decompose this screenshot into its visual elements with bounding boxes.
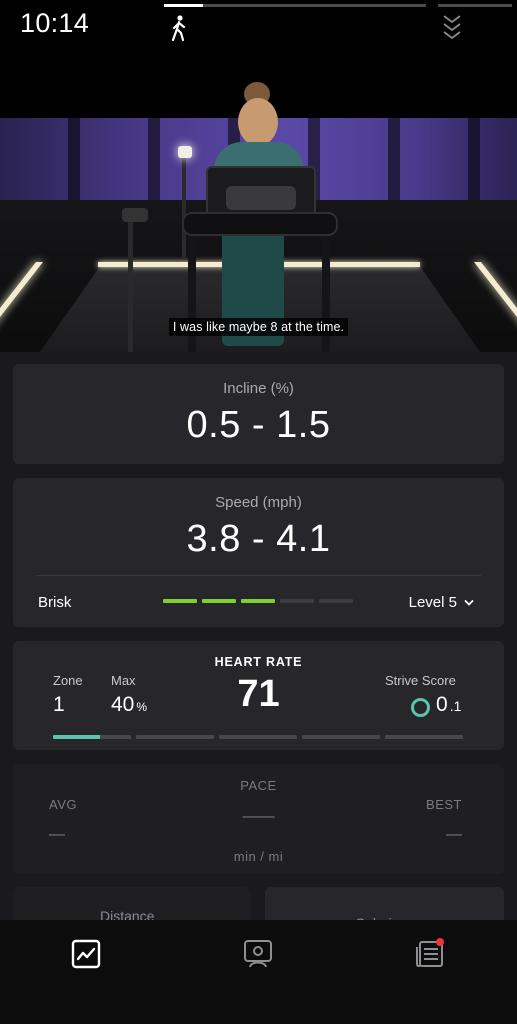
class-progress-bar xyxy=(164,4,426,7)
speed-value: 3.8 - 4.1 xyxy=(186,518,331,560)
level-bar xyxy=(202,599,236,603)
metrics-icon[interactable] xyxy=(70,938,102,970)
notification-dot xyxy=(436,938,444,946)
level-bar xyxy=(163,599,197,603)
walking-person-icon xyxy=(171,15,186,42)
speed-label: Speed (mph) xyxy=(215,494,302,511)
strive-score-label: Strive Score xyxy=(385,673,456,688)
strive-ring-icon xyxy=(411,698,430,717)
pace-card: PACE AVG BEST — —— — min / mi xyxy=(13,764,504,874)
pace-current-value: —— xyxy=(242,808,275,825)
pace-zone-name: Brisk xyxy=(38,594,72,611)
zone-bar-fill xyxy=(53,735,100,739)
zone-bar xyxy=(302,735,380,739)
level-dropdown[interactable]: Level 5 xyxy=(409,594,474,611)
pace-title: PACE xyxy=(240,778,277,793)
zone-bar xyxy=(53,735,131,739)
level-indicator xyxy=(163,599,353,603)
class-video[interactable]: 10:14 I was like maybe 8 at the time. xyxy=(0,0,517,352)
status-time: 10:14 xyxy=(20,8,90,38)
incline-value: 0.5 - 1.5 xyxy=(186,404,331,446)
incline-label: Incline (%) xyxy=(223,380,294,397)
level-label: Level 5 xyxy=(408,594,457,611)
bottom-navigation xyxy=(0,920,517,1024)
chevrons-down-icon[interactable] xyxy=(440,12,464,42)
caption-text: I was like maybe 8 at the time. xyxy=(168,318,349,336)
strive-score-value: 0.1 xyxy=(436,693,462,716)
level-bar xyxy=(319,599,353,603)
heart-rate-card[interactable]: Zone 1 Max 40% HEART RATE 71 Strive Scor… xyxy=(13,641,504,750)
pace-unit: min / mi xyxy=(233,849,284,864)
chevron-down-icon xyxy=(464,599,474,606)
zone-bar xyxy=(385,735,463,739)
zone-bar xyxy=(219,735,297,739)
heart-rate-zone-bars xyxy=(53,735,463,739)
instructor-icon[interactable] xyxy=(242,938,274,970)
closed-caption: I was like maybe 8 at the time. xyxy=(0,318,517,336)
class-progress-fill xyxy=(164,4,204,7)
heart-rate-title: HEART RATE xyxy=(214,655,303,669)
pace-avg-value: — xyxy=(49,826,65,843)
level-bar xyxy=(280,599,314,603)
pace-best-value: — xyxy=(446,826,462,843)
speed-card: Speed (mph) 3.8 - 4.1 Brisk Level 5 xyxy=(13,478,504,627)
level-bar xyxy=(241,599,275,603)
zone-bar xyxy=(136,735,214,739)
incline-card: Incline (%) 0.5 - 1.5 xyxy=(13,364,504,464)
